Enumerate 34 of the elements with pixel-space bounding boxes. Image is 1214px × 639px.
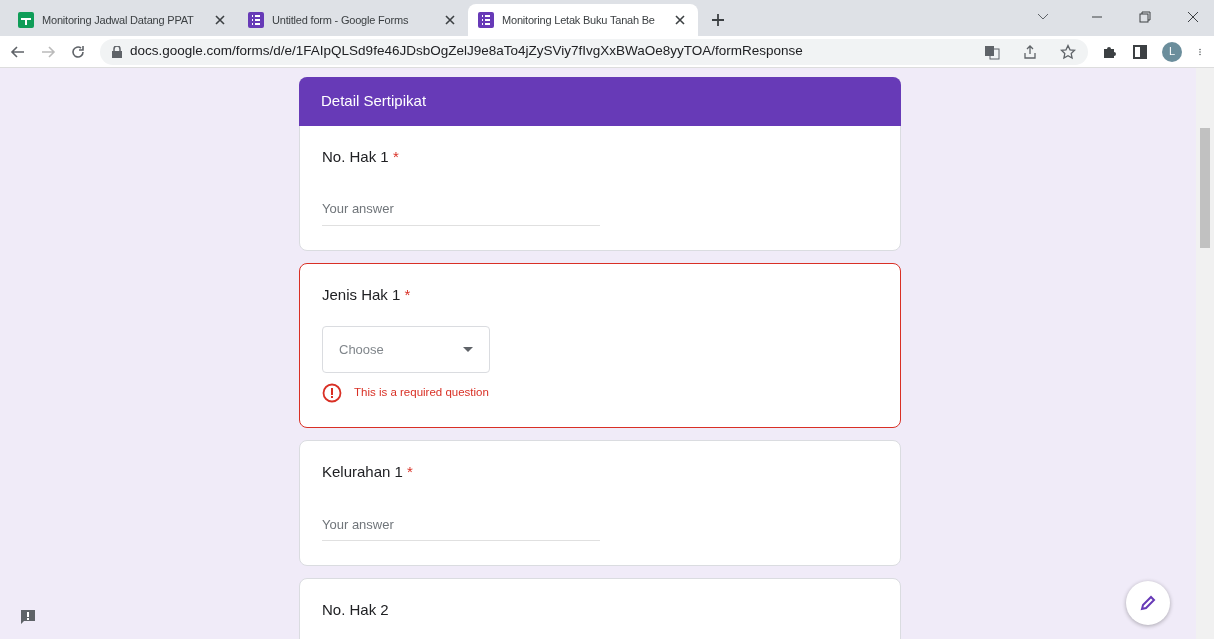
form-icon bbox=[248, 12, 264, 28]
pencil-icon bbox=[1139, 594, 1157, 612]
scrollbar-thumb[interactable] bbox=[1200, 128, 1210, 248]
tab-title: Monitoring Jadwal Datang PPAT bbox=[42, 12, 195, 28]
browser-tab[interactable]: Monitoring Jadwal Datang PPAT bbox=[8, 4, 238, 36]
question-title: No. Hak 2 bbox=[322, 600, 390, 620]
tab-title: Monitoring Letak Buku Tanah Be bbox=[502, 12, 656, 28]
new-tab-icon[interactable] bbox=[710, 12, 726, 28]
question-title: Kelurahan 1 * bbox=[322, 462, 414, 482]
tab-title: Untitled form - Google Forms bbox=[272, 12, 410, 28]
side-panel-icon[interactable] bbox=[1132, 43, 1148, 60]
restore-icon[interactable] bbox=[1138, 10, 1152, 24]
error-message: This is a required question bbox=[354, 385, 489, 401]
question-title: Jenis Hak 1 * bbox=[322, 284, 412, 305]
lock-icon bbox=[112, 45, 122, 58]
close-icon[interactable] bbox=[1186, 10, 1200, 24]
spreadsheet-icon bbox=[18, 12, 34, 28]
translate-icon[interactable] bbox=[984, 43, 1000, 60]
section-header: Detail Sertipikat bbox=[299, 77, 901, 126]
question-title: No. Hak 1 * bbox=[322, 146, 400, 167]
star-icon[interactable] bbox=[1060, 43, 1076, 60]
back-icon[interactable] bbox=[10, 43, 26, 60]
scrollbar[interactable] bbox=[1196, 68, 1214, 639]
browser-tab[interactable]: Monitoring Letak Buku Tanah Be bbox=[468, 4, 698, 36]
caret-icon bbox=[463, 347, 473, 352]
reload-icon[interactable] bbox=[70, 43, 86, 60]
form-icon bbox=[478, 12, 494, 28]
error-icon bbox=[322, 383, 342, 403]
feedback-icon[interactable] bbox=[20, 609, 36, 625]
dropdown[interactable]: Choose bbox=[322, 326, 490, 373]
share-icon[interactable] bbox=[1022, 43, 1038, 60]
edit-button[interactable] bbox=[1126, 581, 1170, 625]
browser-tab[interactable]: Untitled form - Google Forms bbox=[238, 4, 468, 36]
profile-avatar[interactable]: L bbox=[1162, 41, 1182, 62]
